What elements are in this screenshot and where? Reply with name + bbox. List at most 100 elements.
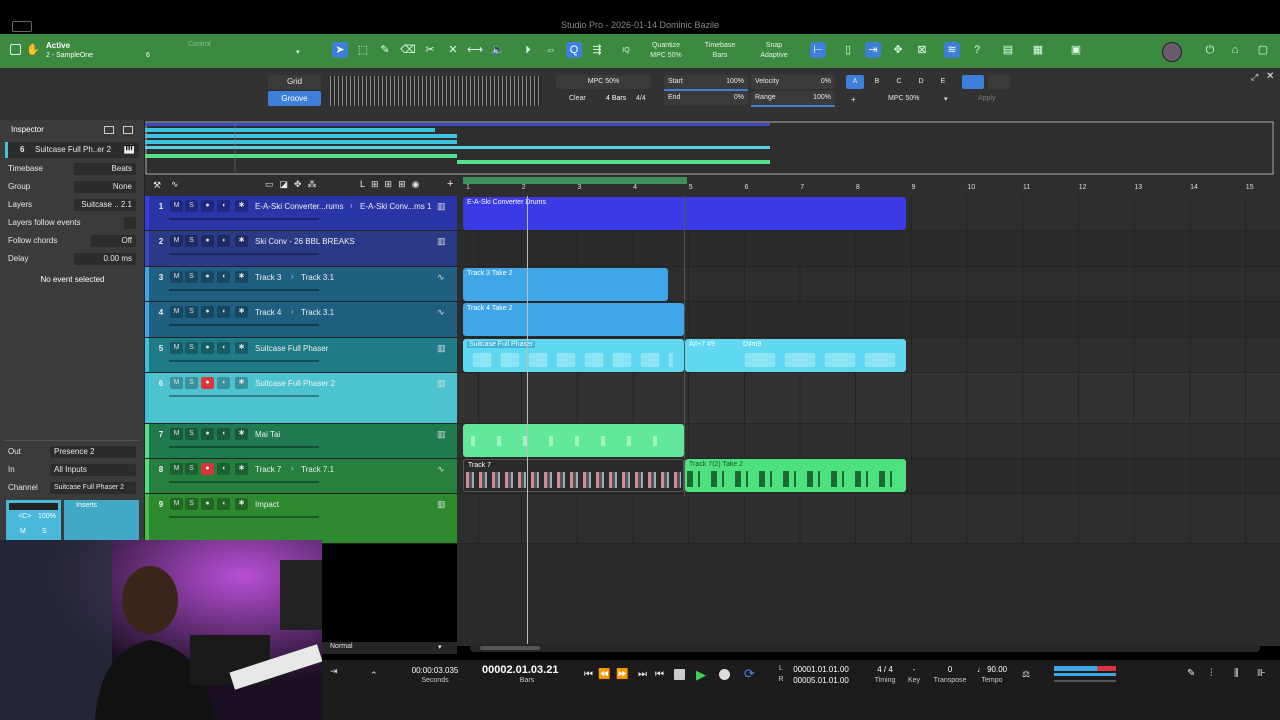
ruler-bar-9[interactable]: 9 [912,184,916,191]
volume-slider[interactable] [169,481,319,483]
instrument-icon[interactable]: ✱ [235,271,248,283]
inspector-row-follow-chords[interactable]: Follow chords Off [8,234,136,248]
channel-value[interactable]: Suitcase Full Phaser 2 [50,482,136,494]
variation-a[interactable]: A [846,75,864,89]
mute-button[interactable]: M [170,428,183,440]
inserts-panel[interactable]: Inserts [64,500,139,540]
clear-button[interactable]: Clear [569,95,586,102]
edit-icon[interactable]: ✎ [1187,668,1195,679]
ruler-bar-8[interactable]: 8 [856,184,860,191]
bars-value[interactable]: 4 Bars [606,95,626,102]
start-slider[interactable] [664,89,748,91]
instrument-icon[interactable]: ✱ [235,463,248,475]
tempo-value[interactable]: ♩ 90.00 [972,665,1012,674]
record-arm-button[interactable]: ● [201,235,214,247]
control-dropdown-icon[interactable]: ▾ [296,48,300,56]
track-lane-name[interactable]: E-A-Ski Conv...ms 1 [360,202,431,211]
volume-slider[interactable] [169,360,319,362]
solo-button[interactable]: S [185,463,198,475]
instrument-icon[interactable]: ✱ [235,200,248,212]
go-to-start-icon[interactable]: ⏮ [655,669,664,680]
forward-icon[interactable]: ⏩ [616,669,628,680]
timeline-ruler[interactable]: ⚒ ∿ ▭◪✥⁂ L⊞⊞⊞◉ + 1 2 3 4 5 6 7 8 9 10 11 12 13 14 15 [145,176,1280,196]
add-track-icon[interactable]: + [447,178,453,190]
track-header-8[interactable]: 8 M S ● ◖ ✱ Track 7 Track 7.1 › ∿ [145,459,457,494]
track-header-2[interactable]: 2 M S ● ◖ ✱ Ski Conv - 26 BBL BREAKS ▥ [145,231,457,267]
song-number[interactable]: 6 [146,52,150,59]
record-arm-button[interactable]: ● [201,306,214,318]
record-arm-button[interactable]: ● [201,200,214,212]
record-button[interactable] [719,669,730,680]
mute-button[interactable]: M [170,498,183,510]
avatar[interactable] [1162,42,1182,62]
mini-mute-button[interactable]: M [20,528,26,535]
solo-button[interactable]: S [185,271,198,283]
mute-button[interactable]: M [170,235,183,247]
ruler-bar-3[interactable]: 3 [577,184,581,191]
record-arm-button[interactable]: ● [201,463,214,475]
ruler-bar-5[interactable]: 5 [689,184,693,191]
bars-label[interactable]: Bars [497,677,557,684]
snap-grid-icon[interactable]: ⊢ [810,42,826,58]
track-header-5[interactable]: 5 M S ● ◖ ✱ Suitcase Full Phaser ▥ [145,338,457,373]
split-tool-icon[interactable]: ✂ [422,42,438,58]
track-name[interactable]: Track 3 [255,273,281,282]
timebase-value[interactable]: Beats [74,163,136,175]
track-lane-6[interactable] [457,373,1280,424]
play-button[interactable]: ▶ [696,667,706,683]
track-lane-name[interactable]: Track 3.1 [301,273,334,282]
inspector-row-layers[interactable]: Layers Suitcase .. 2.1 [8,198,136,212]
volume-slider[interactable] [169,324,319,326]
track-name[interactable]: Mai Tai [255,430,280,439]
track-name[interactable]: Ski Conv - 26 BBL BREAKS [255,237,355,246]
channel-row[interactable]: Channel Suitcase Full Phaser 2 [8,481,136,495]
add-variation-button[interactable]: + [851,95,856,104]
out-value[interactable]: Presence 2 [50,446,136,458]
ruler-bar-11[interactable]: 11 [1023,184,1030,191]
solo-button[interactable]: S [185,306,198,318]
inspector-row-layers-follow[interactable]: Layers follow events [8,216,136,230]
mute-tool-icon[interactable]: ✕ [445,42,461,58]
instrument-icon[interactable]: ✱ [235,342,248,354]
record-arm-button[interactable]: ● [201,271,214,283]
mini-channel-strip[interactable]: <C> 100% M S [6,500,61,540]
inspector-layout-icon[interactable] [123,126,133,134]
loop-start-value[interactable]: 00001.01.01.00 [788,665,854,674]
power-icon[interactable]: ⏻ [1202,42,1218,58]
nudge-icon[interactable]: ✥ [890,42,906,58]
view-toggle-1[interactable] [962,75,984,89]
record-arm-button[interactable]: ● [201,342,214,354]
track-tools-icons[interactable]: ▭◪✥⁂ [265,179,323,190]
loop-range-bar[interactable] [463,177,687,184]
monitor-button[interactable]: ◖ [217,271,230,283]
track-name[interactable]: Suitcase Full Phaser [255,344,328,353]
solo-button[interactable]: S [185,342,198,354]
mute-button[interactable]: M [170,271,183,283]
mini-solo-button[interactable]: S [42,528,47,535]
inspector-row-timebase[interactable]: Timebase Beats [8,162,136,176]
ruler-bar-1[interactable]: 1 [466,184,470,191]
transport-expand-icon[interactable]: ⌃ [370,670,378,681]
instrument-icon[interactable]: ✱ [235,498,248,510]
delay-value[interactable]: 0.00 ms [74,253,136,265]
view-toggle-2[interactable] [988,75,1010,89]
horizontal-scrollbar[interactable] [470,644,1260,652]
browser-icon[interactable]: ▣ [1068,42,1084,58]
mini-vol-label[interactable]: 100% [38,513,56,520]
range-field[interactable]: Range 100% [751,91,835,105]
track-lane-9[interactable] [457,494,1280,544]
layers-value[interactable]: Suitcase .. 2.1 [74,199,136,211]
volume-slider[interactable] [169,253,319,255]
arrangement-view[interactable]: E-A-Ski Converter Drums Track 3 Take 2 T… [457,196,1280,646]
clip-track7[interactable]: Track 7 [463,459,684,492]
pencil-tool-icon[interactable]: ✎ [377,42,393,58]
ruler-bar-7[interactable]: 7 [800,184,804,191]
help-icon[interactable]: ? [969,42,985,58]
stretch-icon[interactable]: ⇔ [543,42,559,58]
track-header-6[interactable]: 6 M S ● ◖ ✱ Suitcase Full Phaser 2 ▥ [145,373,457,424]
hand-icon[interactable]: ✋ [26,43,40,56]
seconds-value[interactable]: 00:00:03.035 [400,666,470,675]
in-value[interactable]: All Inputs [50,464,136,476]
track-name[interactable]: Impact [255,500,279,509]
clip-track4-take2[interactable]: Track 4 Take 2 [463,303,684,336]
